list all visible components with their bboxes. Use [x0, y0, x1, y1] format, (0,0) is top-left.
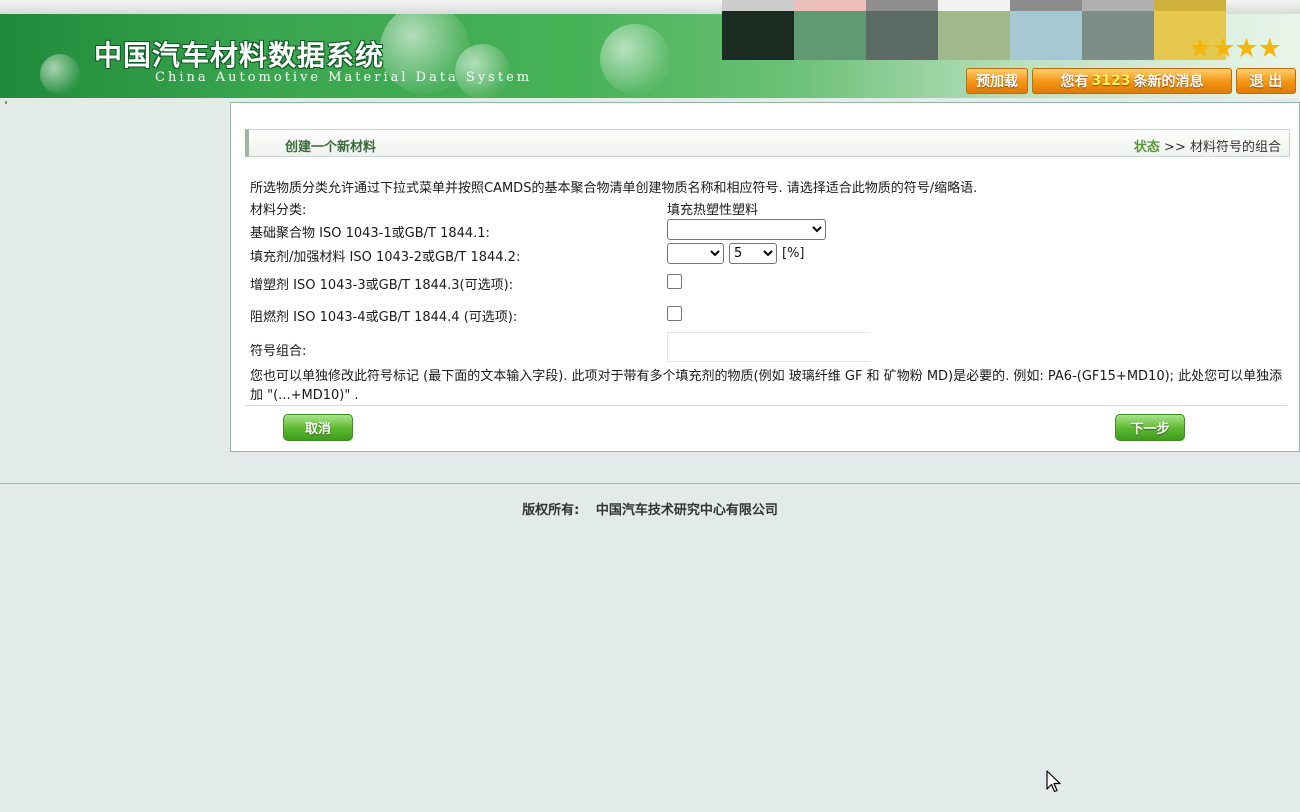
filler-field: 5 [%] — [667, 243, 805, 264]
create-material-panel: 创建一个新材料 状态 >> 材料符号的组合 所选物质分类允许通过下拉式菜单并按照… — [230, 102, 1300, 452]
color-swatch-strip — [722, 0, 1226, 60]
filler-select[interactable] — [667, 243, 724, 264]
symbol-combination-label: 符号组合: — [250, 344, 307, 359]
status-label: 状态 — [1133, 140, 1160, 155]
color-swatch — [722, 0, 794, 60]
bubble-decoration — [40, 54, 80, 94]
filler-percent-select[interactable]: 5 — [729, 243, 777, 264]
base-polymer-label: 基础聚合物 ISO 1043-1或GB/T 1844.1: — [250, 226, 490, 241]
mouse-cursor-icon — [1046, 770, 1061, 793]
percent-unit: [%] — [782, 246, 805, 261]
filler-label: 填充剂/加强材料 ISO 1043-2或GB/T 1844.2: — [250, 250, 521, 265]
bubble-decoration — [600, 24, 670, 94]
color-swatch — [1082, 0, 1154, 60]
status-separator: >> — [1164, 140, 1186, 155]
next-step-button[interactable]: 下一步 — [1115, 414, 1185, 441]
color-swatch — [794, 0, 866, 60]
logout-button-label: 退 出 — [1249, 74, 1283, 90]
cancel-button[interactable]: 取消 — [283, 414, 353, 441]
form-divider — [245, 405, 1287, 406]
material-class-value: 填充热塑性塑料 — [667, 203, 759, 218]
site-title-en: China Automotive Material Data System — [155, 70, 533, 85]
site-title-cn: 中国汽车材料数据系统 — [94, 39, 385, 72]
status-value: 材料符号的组合 — [1189, 140, 1281, 155]
symbol-combination-input[interactable] — [667, 332, 870, 362]
copyright-company: 中国汽车技术研究中心有限公司 — [595, 503, 778, 518]
messages-prefix: 您有 — [1060, 74, 1089, 90]
preload-button-label: 预加载 — [976, 74, 1018, 90]
sidebar-marker — [5, 101, 7, 104]
form-description: 所选物质分类允许通过下拉式菜单并按照CAMDS的基本聚合物清单创建物质名称和相应… — [250, 181, 978, 196]
flame-retardant-checkbox[interactable] — [667, 306, 682, 321]
messages-button[interactable]: 您有 3123 条新的消息 — [1032, 68, 1232, 94]
rating-stars-icon: ★★★★ — [1188, 33, 1282, 64]
footer: 版权所有: 中国汽车技术研究中心有限公司 — [0, 499, 1300, 518]
color-swatch — [938, 0, 1010, 60]
panel-titlebar: 创建一个新材料 状态 >> 材料符号的组合 — [245, 129, 1290, 157]
base-polymer-field — [667, 219, 826, 240]
next-step-button-label: 下一步 — [1130, 422, 1170, 437]
color-swatch — [866, 0, 938, 60]
copyright-label: 版权所有: — [522, 503, 580, 518]
footer-divider — [0, 483, 1300, 484]
panel-title: 创建一个新材料 — [285, 140, 377, 155]
material-class-label: 材料分类: — [250, 203, 307, 218]
color-swatch — [1010, 0, 1082, 60]
symbol-edit-note: 您也可以单独修改此符号标记 (最下面的文本输入字段). 此项对于带有多个填充剂的… — [250, 369, 1283, 403]
flame-retardant-label: 阻燃剂 ISO 1043-4或GB/T 1844.4 (可选项): — [250, 310, 518, 325]
cancel-button-label: 取消 — [304, 422, 331, 437]
messages-suffix: 条新的消息 — [1133, 74, 1204, 90]
status-breadcrumb: 状态 >> 材料符号的组合 — [1134, 136, 1281, 155]
preload-button[interactable]: 预加载 — [966, 68, 1028, 94]
plasticizer-label: 增塑剂 ISO 1043-3或GB/T 1844.3(可选项): — [250, 278, 514, 293]
logout-button[interactable]: 退 出 — [1236, 68, 1296, 94]
plasticizer-checkbox[interactable] — [667, 274, 682, 289]
messages-count: 3123 — [1091, 73, 1131, 89]
base-polymer-select[interactable] — [667, 219, 826, 240]
